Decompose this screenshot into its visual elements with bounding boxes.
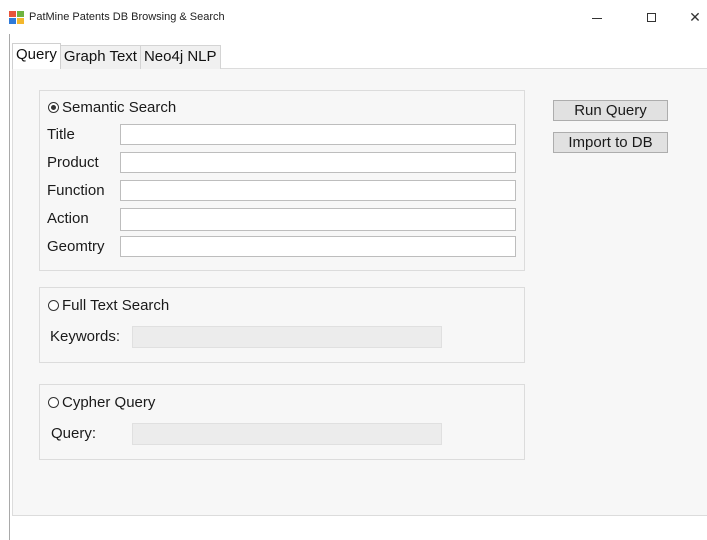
product-label: Product	[47, 154, 99, 171]
keywords-input[interactable]	[132, 326, 442, 348]
maximize-icon	[646, 12, 656, 22]
geometry-label: Geomtry	[47, 238, 105, 255]
action-input[interactable]	[120, 208, 516, 231]
window-title: PatMine Patents DB Browsing & Search	[29, 11, 225, 23]
keywords-label: Keywords:	[50, 328, 121, 345]
query-label: Query:	[51, 425, 97, 442]
title-label: Title	[47, 126, 75, 143]
geometry-input[interactable]	[120, 236, 516, 257]
semantic-search-radio[interactable]: Semantic Search	[48, 99, 176, 116]
close-icon: ✕	[689, 8, 701, 25]
title-bar: PatMine Patents DB Browsing & Search ✕	[0, 0, 707, 34]
radio-indicator	[48, 397, 59, 408]
query-input[interactable]	[132, 423, 442, 445]
minimize-button[interactable]	[574, 0, 620, 34]
tab-graph-text[interactable]: Graph Text	[59, 45, 141, 69]
cypher-query-radio[interactable]: Cypher Query	[48, 394, 155, 411]
minimize-icon	[592, 17, 602, 19]
action-label: Action	[47, 210, 89, 227]
run-query-button[interactable]: Run Query	[553, 100, 668, 121]
radio-indicator	[48, 102, 59, 113]
maximize-button[interactable]	[628, 0, 674, 34]
function-label: Function	[47, 182, 105, 199]
tab-neo4j-nlp[interactable]: Neo4j NLP	[139, 45, 221, 69]
cypher-query-label: Cypher Query	[62, 394, 156, 411]
import-to-db-button[interactable]: Import to DB	[553, 132, 668, 153]
product-input[interactable]	[120, 152, 516, 173]
app-icon	[9, 11, 24, 24]
tab-strip: Query Graph Text Neo4j NLP	[12, 43, 221, 69]
title-input[interactable]	[120, 124, 516, 145]
function-input[interactable]	[120, 180, 516, 201]
radio-indicator	[48, 300, 59, 311]
close-button[interactable]: ✕	[672, 0, 707, 34]
full-text-search-radio[interactable]: Full Text Search	[48, 297, 169, 314]
tab-query[interactable]: Query	[12, 43, 61, 69]
full-text-search-label: Full Text Search	[62, 297, 170, 314]
semantic-search-label: Semantic Search	[62, 99, 177, 116]
